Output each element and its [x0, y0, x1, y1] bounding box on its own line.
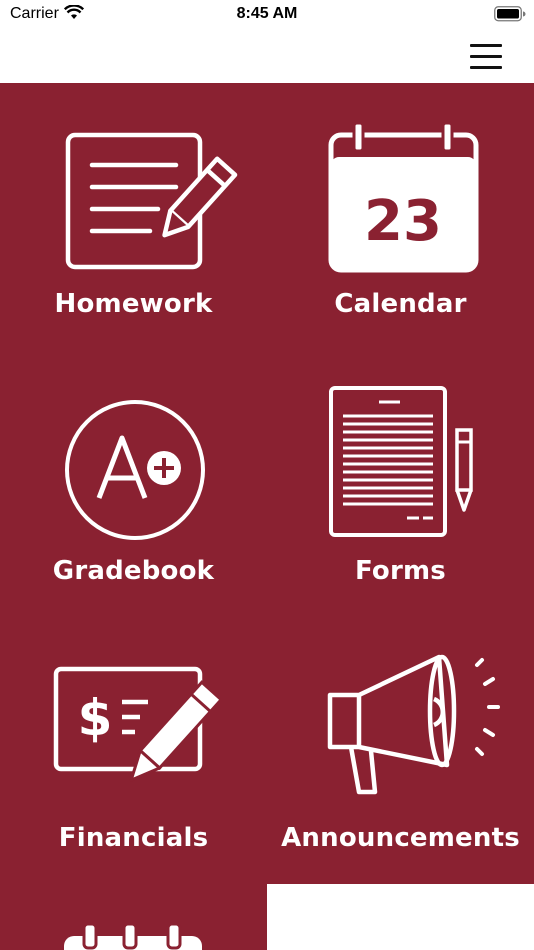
- tile-forms[interactable]: Forms: [267, 350, 534, 617]
- financials-icon: $: [53, 666, 224, 782]
- calendar-icon: 23: [328, 121, 479, 273]
- tile-gradebook[interactable]: Gradebook: [0, 350, 267, 617]
- tile-label: Homework: [54, 289, 213, 319]
- tile-homework[interactable]: Homework: [0, 83, 267, 350]
- status-time: 8:45 AM: [236, 5, 298, 22]
- tile-label: Forms: [355, 556, 446, 586]
- dashboard-grid: Homework 23 Calendar Gradebook Forms $ F…: [0, 83, 534, 950]
- status-bar: Carrier 8:45 AM: [0, 0, 534, 30]
- tile-calendar[interactable]: 23 Calendar: [267, 83, 534, 350]
- tile-label: Financials: [58, 823, 209, 853]
- tile-label: Calendar: [334, 289, 467, 319]
- calendar-icon: [64, 922, 202, 950]
- tile-label: Announcements: [281, 823, 520, 853]
- tile-label: Gradebook: [52, 556, 215, 586]
- gradebook-icon: [65, 400, 205, 540]
- hamburger-menu-icon[interactable]: [462, 40, 506, 74]
- homework-icon: [65, 132, 238, 270]
- nav-bar: [0, 30, 534, 83]
- forms-icon: [329, 386, 473, 537]
- tile-financials[interactable]: $ Financials: [0, 617, 267, 884]
- svg-text:$: $: [78, 689, 113, 747]
- announcements-icon: [327, 654, 500, 795]
- tile-partial[interactable]: [0, 884, 267, 950]
- calendar-date-number: 23: [364, 189, 442, 254]
- battery-icon: [494, 6, 526, 22]
- tile-announcements[interactable]: Announcements: [267, 617, 534, 884]
- empty-grid-cell: [267, 884, 534, 950]
